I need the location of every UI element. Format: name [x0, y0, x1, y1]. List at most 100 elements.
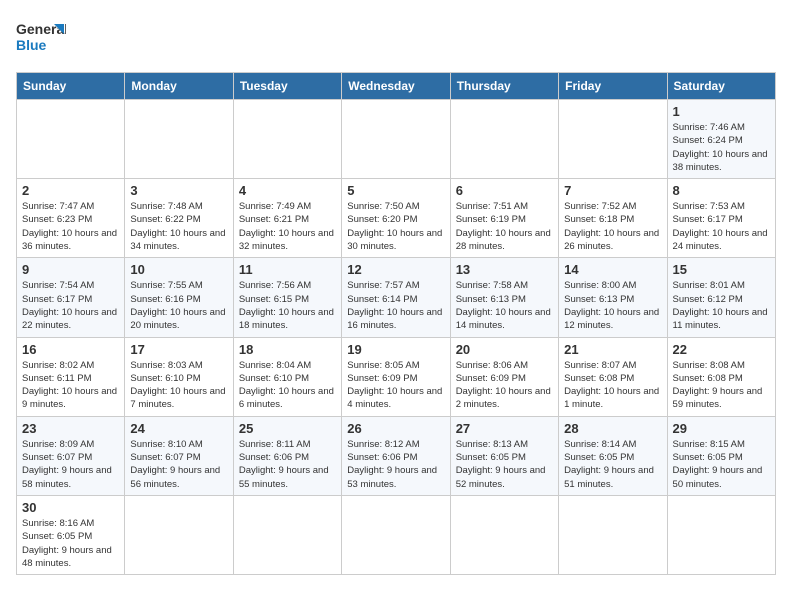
- day-info: Sunrise: 7:58 AM Sunset: 6:13 PM Dayligh…: [456, 279, 553, 332]
- calendar-cell: 7Sunrise: 7:52 AM Sunset: 6:18 PM Daylig…: [559, 179, 667, 258]
- calendar-cell: 21Sunrise: 8:07 AM Sunset: 6:08 PM Dayli…: [559, 337, 667, 416]
- page-header: GeneralBlue: [16, 16, 776, 60]
- day-info: Sunrise: 7:51 AM Sunset: 6:19 PM Dayligh…: [456, 200, 553, 253]
- day-info: Sunrise: 7:53 AM Sunset: 6:17 PM Dayligh…: [673, 200, 770, 253]
- day-number: 4: [239, 183, 336, 198]
- calendar-cell: 22 Sunrise: 8:08 AM Sunset: 6:08 PM Dayli…: [667, 337, 775, 416]
- day-info: Sunrise: 7:54 AM Sunset: 6:17 PM Dayligh…: [22, 279, 119, 332]
- calendar-cell: 8 Sunrise: 7:53 AM Sunset: 6:17 PM Daylig…: [667, 179, 775, 258]
- calendar-cell: [17, 100, 125, 179]
- weekday-header: Friday: [559, 73, 667, 100]
- weekday-header: Thursday: [450, 73, 558, 100]
- calendar-cell: 11Sunrise: 7:56 AM Sunset: 6:15 PM Dayli…: [233, 258, 341, 337]
- day-number: 6: [456, 183, 553, 198]
- day-number: 25: [239, 421, 336, 436]
- day-info: Sunrise: 7:50 AM Sunset: 6:20 PM Dayligh…: [347, 200, 444, 253]
- day-number: 24: [130, 421, 227, 436]
- calendar-cell: 23 Sunrise: 8:09 AM Sunset: 6:07 PM Dayli…: [17, 416, 125, 495]
- day-number: 13: [456, 262, 553, 277]
- weekday-header: Tuesday: [233, 73, 341, 100]
- calendar-cell: 12Sunrise: 7:57 AM Sunset: 6:14 PM Dayli…: [342, 258, 450, 337]
- day-number: 15: [673, 262, 770, 277]
- day-info: Sunrise: 7:56 AM Sunset: 6:15 PM Dayligh…: [239, 279, 336, 332]
- calendar-cell: 19Sunrise: 8:05 AM Sunset: 6:09 PM Dayli…: [342, 337, 450, 416]
- svg-text:Blue: Blue: [16, 37, 47, 53]
- day-number: 14: [564, 262, 661, 277]
- day-info: Sunrise: 8:16 AM Sunset: 6:05 PM Dayligh…: [22, 517, 119, 570]
- calendar-table: SundayMondayTuesdayWednesdayThursdayFrid…: [16, 72, 776, 575]
- calendar-cell: [125, 495, 233, 574]
- day-info: Sunrise: 8:06 AM Sunset: 6:09 PM Dayligh…: [456, 359, 553, 412]
- calendar-cell: 1 Sunrise: 7:46 AM Sunset: 6:24 PM Daylig…: [667, 100, 775, 179]
- day-info: Sunrise: 8:12 AM Sunset: 6:06 PM Dayligh…: [347, 438, 444, 491]
- day-info: Sunrise: 8:09 AM Sunset: 6:07 PM Dayligh…: [22, 438, 119, 491]
- day-number: 10: [130, 262, 227, 277]
- calendar-cell: 18Sunrise: 8:04 AM Sunset: 6:10 PM Dayli…: [233, 337, 341, 416]
- day-info: Sunrise: 8:13 AM Sunset: 6:05 PM Dayligh…: [456, 438, 553, 491]
- day-info: Sunrise: 7:57 AM Sunset: 6:14 PM Dayligh…: [347, 279, 444, 332]
- calendar-cell: 9 Sunrise: 7:54 AM Sunset: 6:17 PM Daylig…: [17, 258, 125, 337]
- day-number: 16: [22, 342, 119, 357]
- day-number: 8: [673, 183, 770, 198]
- day-number: 29: [673, 421, 770, 436]
- day-info: Sunrise: 7:46 AM Sunset: 6:24 PM Dayligh…: [673, 121, 770, 174]
- day-info: Sunrise: 8:02 AM Sunset: 6:11 PM Dayligh…: [22, 359, 119, 412]
- logo-svg: GeneralBlue: [16, 16, 66, 60]
- day-info: Sunrise: 8:04 AM Sunset: 6:10 PM Dayligh…: [239, 359, 336, 412]
- calendar-cell: 2Sunrise: 7:47 AM Sunset: 6:23 PM Daylig…: [17, 179, 125, 258]
- day-number: 27: [456, 421, 553, 436]
- calendar-week-row: 23 Sunrise: 8:09 AM Sunset: 6:07 PM Dayli…: [17, 416, 776, 495]
- calendar-cell: 27 Sunrise: 8:13 AM Sunset: 6:05 PM Dayli…: [450, 416, 558, 495]
- calendar-cell: 28Sunrise: 8:14 AM Sunset: 6:05 PM Dayli…: [559, 416, 667, 495]
- calendar-cell: 29 Sunrise: 8:15 AM Sunset: 6:05 PM Dayli…: [667, 416, 775, 495]
- day-number: 20: [456, 342, 553, 357]
- calendar-week-row: 16 Sunrise: 8:02 AM Sunset: 6:11 PM Dayli…: [17, 337, 776, 416]
- logo: GeneralBlue: [16, 16, 66, 60]
- calendar-cell: 24 Sunrise: 8:10 AM Sunset: 6:07 PM Dayli…: [125, 416, 233, 495]
- calendar-cell: 6 Sunrise: 7:51 AM Sunset: 6:19 PM Daylig…: [450, 179, 558, 258]
- day-info: Sunrise: 8:07 AM Sunset: 6:08 PM Dayligh…: [564, 359, 661, 412]
- day-number: 28: [564, 421, 661, 436]
- svg-text:General: General: [16, 21, 66, 37]
- weekday-header: Saturday: [667, 73, 775, 100]
- day-info: Sunrise: 8:08 AM Sunset: 6:08 PM Dayligh…: [673, 359, 770, 412]
- day-info: Sunrise: 7:48 AM Sunset: 6:22 PM Dayligh…: [130, 200, 227, 253]
- day-info: Sunrise: 8:15 AM Sunset: 6:05 PM Dayligh…: [673, 438, 770, 491]
- calendar-week-row: 9 Sunrise: 7:54 AM Sunset: 6:17 PM Daylig…: [17, 258, 776, 337]
- calendar-cell: 16 Sunrise: 8:02 AM Sunset: 6:11 PM Dayli…: [17, 337, 125, 416]
- day-info: Sunrise: 7:55 AM Sunset: 6:16 PM Dayligh…: [130, 279, 227, 332]
- day-info: Sunrise: 8:03 AM Sunset: 6:10 PM Dayligh…: [130, 359, 227, 412]
- day-number: 23: [22, 421, 119, 436]
- calendar-cell: 30 Sunrise: 8:16 AM Sunset: 6:05 PM Dayli…: [17, 495, 125, 574]
- calendar-week-row: 30 Sunrise: 8:16 AM Sunset: 6:05 PM Dayli…: [17, 495, 776, 574]
- calendar-cell: 26 Sunrise: 8:12 AM Sunset: 6:06 PM Dayli…: [342, 416, 450, 495]
- calendar-cell: 20 Sunrise: 8:06 AM Sunset: 6:09 PM Dayli…: [450, 337, 558, 416]
- day-info: Sunrise: 8:01 AM Sunset: 6:12 PM Dayligh…: [673, 279, 770, 332]
- day-number: 17: [130, 342, 227, 357]
- day-info: Sunrise: 8:00 AM Sunset: 6:13 PM Dayligh…: [564, 279, 661, 332]
- day-number: 9: [22, 262, 119, 277]
- day-number: 26: [347, 421, 444, 436]
- calendar-cell: 3 Sunrise: 7:48 AM Sunset: 6:22 PM Daylig…: [125, 179, 233, 258]
- calendar-cell: 15 Sunrise: 8:01 AM Sunset: 6:12 PM Dayli…: [667, 258, 775, 337]
- day-number: 2: [22, 183, 119, 198]
- day-info: Sunrise: 8:10 AM Sunset: 6:07 PM Dayligh…: [130, 438, 227, 491]
- calendar-cell: [559, 100, 667, 179]
- calendar-cell: [342, 100, 450, 179]
- day-number: 1: [673, 104, 770, 119]
- day-number: 22: [673, 342, 770, 357]
- calendar-week-row: 1 Sunrise: 7:46 AM Sunset: 6:24 PM Daylig…: [17, 100, 776, 179]
- calendar-cell: [559, 495, 667, 574]
- day-number: 30: [22, 500, 119, 515]
- day-number: 19: [347, 342, 444, 357]
- weekday-header-row: SundayMondayTuesdayWednesdayThursdayFrid…: [17, 73, 776, 100]
- calendar-cell: 25 Sunrise: 8:11 AM Sunset: 6:06 PM Dayli…: [233, 416, 341, 495]
- day-info: Sunrise: 8:11 AM Sunset: 6:06 PM Dayligh…: [239, 438, 336, 491]
- day-info: Sunrise: 7:49 AM Sunset: 6:21 PM Dayligh…: [239, 200, 336, 253]
- calendar-week-row: 2Sunrise: 7:47 AM Sunset: 6:23 PM Daylig…: [17, 179, 776, 258]
- calendar-cell: [233, 495, 341, 574]
- day-number: 3: [130, 183, 227, 198]
- calendar-cell: 14 Sunrise: 8:00 AM Sunset: 6:13 PM Dayli…: [559, 258, 667, 337]
- calendar-cell: 10 Sunrise: 7:55 AM Sunset: 6:16 PM Dayli…: [125, 258, 233, 337]
- day-number: 5: [347, 183, 444, 198]
